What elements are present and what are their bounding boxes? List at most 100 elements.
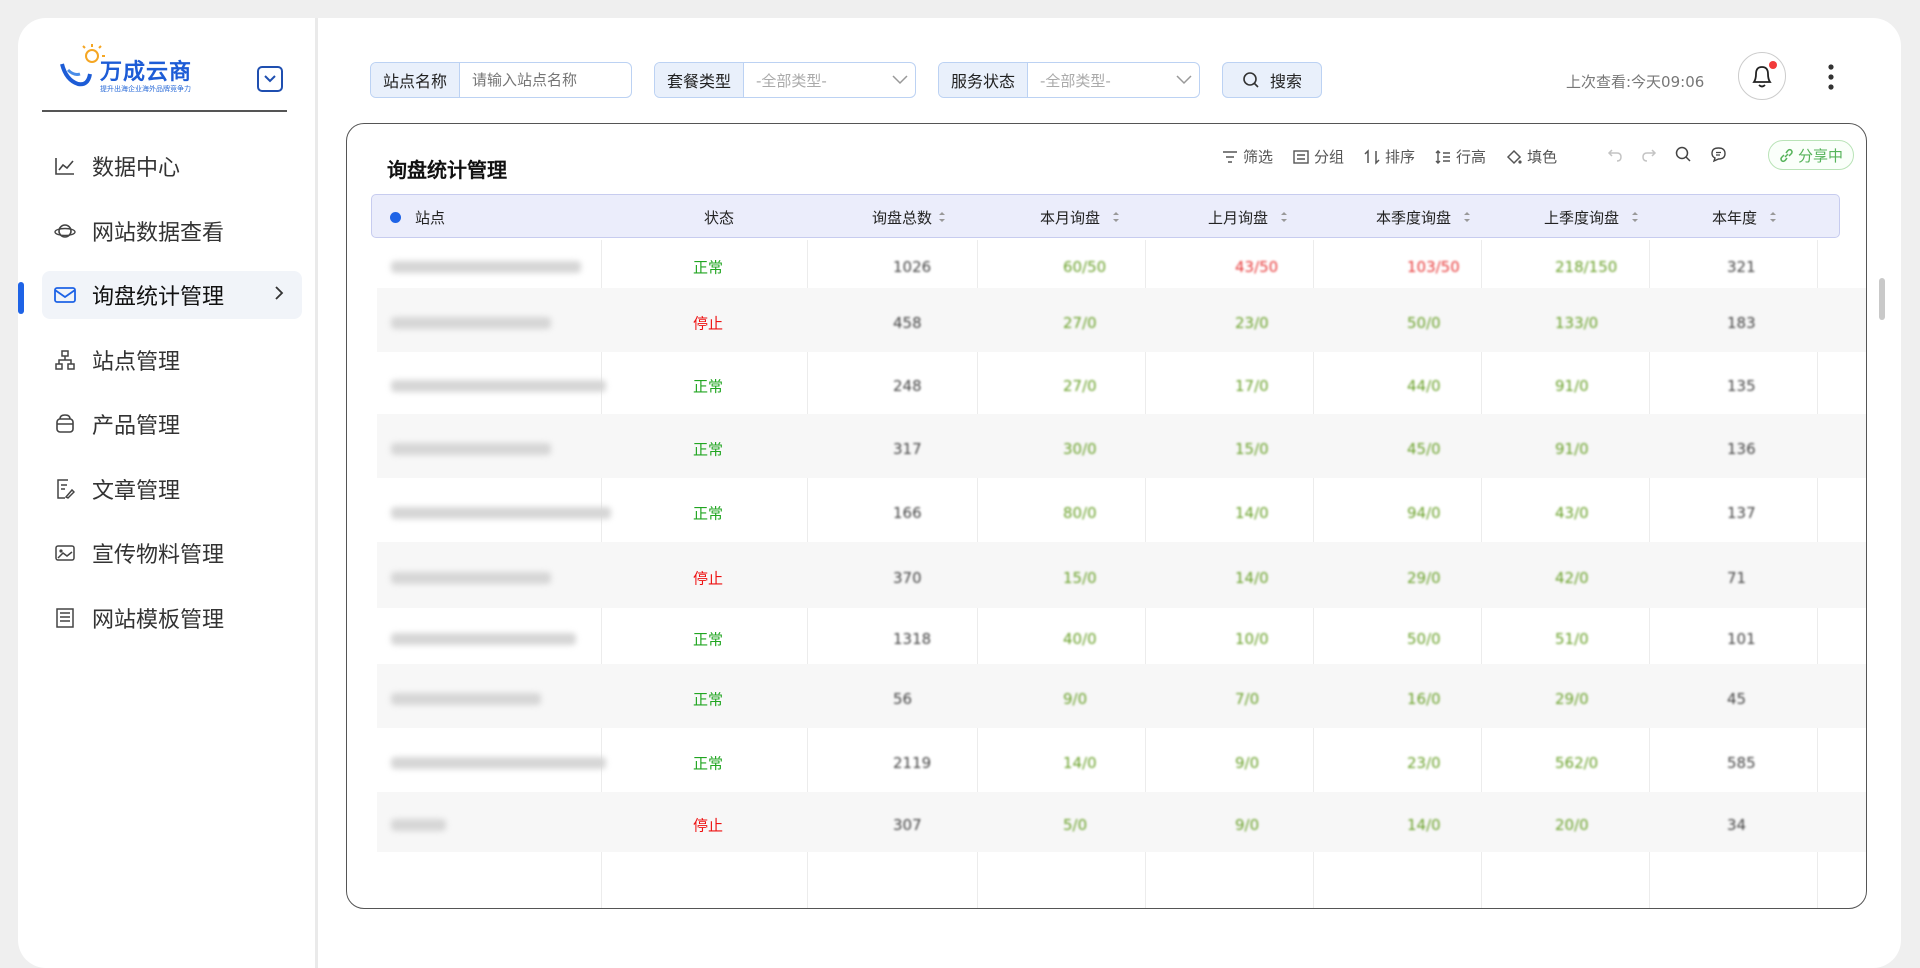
- month-cell: 9/0: [1063, 690, 1088, 708]
- site-name-cell[interactable]: [391, 317, 551, 329]
- sort-arrows-icon[interactable]: [1769, 210, 1777, 224]
- table-row[interactable]: 停止 307 5/0 9/0 14/0 20/0 34: [377, 792, 1866, 852]
- service-status-filter[interactable]: 服务状态 -全部类型-: [938, 62, 1200, 98]
- year-cell: 101: [1727, 630, 1756, 648]
- last-month-cell: 43/50: [1235, 258, 1279, 276]
- site-name-cell[interactable]: [391, 572, 551, 584]
- select-all-dot[interactable]: [390, 211, 401, 223]
- fill-color-tool[interactable]: 填色: [1506, 146, 1557, 167]
- year-cell: 585: [1727, 754, 1756, 772]
- column-header-this-month[interactable]: 本月询盘: [1040, 195, 1120, 239]
- last-month-cell: 14/0: [1235, 569, 1269, 587]
- box-icon: [54, 413, 76, 435]
- column-header-site[interactable]: 站点: [390, 195, 445, 239]
- chevron-down-icon: [1169, 63, 1199, 97]
- sidebar-item-products[interactable]: 产品管理: [42, 400, 302, 448]
- sidebar-item-articles[interactable]: 文章管理: [42, 465, 302, 513]
- table-row[interactable]: 正常 248 27/0 17/0 44/0 91/0 135: [377, 352, 1866, 414]
- last-month-cell: 9/0: [1235, 754, 1260, 772]
- site-name-cell[interactable]: [391, 380, 606, 392]
- column-header-this-year[interactable]: 本年度: [1712, 195, 1777, 239]
- column-header-status[interactable]: 状态: [704, 195, 734, 239]
- sidebar-item-label: 宣传物料管理: [92, 543, 225, 568]
- table-row[interactable]: 正常 1026 60/50 43/50 103/50 218/150 321: [377, 240, 1866, 288]
- notification-badge: [1769, 61, 1777, 69]
- last-month-cell: 15/0: [1235, 440, 1269, 458]
- quarter-cell: 50/0: [1407, 630, 1441, 648]
- package-type-select[interactable]: -全部类型-: [744, 63, 885, 97]
- toolbar-actions: [1607, 146, 1727, 163]
- sidebar-item-site-management[interactable]: 站点管理: [42, 336, 302, 384]
- site-name-cell[interactable]: [391, 757, 606, 769]
- table-row[interactable]: 正常 1318 40/0 10/0 50/0 51/0 101: [377, 608, 1866, 664]
- table-scrollbar[interactable]: [1879, 278, 1885, 320]
- site-name-cell[interactable]: [391, 261, 581, 273]
- column-header-last-quarter[interactable]: 上季度询盘: [1544, 195, 1639, 239]
- quarter-cell: 44/0: [1407, 377, 1441, 395]
- last-month-cell: 14/0: [1235, 504, 1269, 522]
- sidebar-item-templates[interactable]: 网站模板管理: [42, 594, 302, 642]
- sidebar-item-label: 文章管理: [92, 478, 181, 504]
- brand-logo: 万成云商 提升出海企业海外品牌竞争力: [52, 42, 192, 112]
- month-cell: 5/0: [1063, 816, 1088, 834]
- sidebar-item-promo-materials[interactable]: 宣传物料管理: [42, 529, 302, 577]
- table-row[interactable]: 正常 2119 14/0 9/0 23/0 562/0 585: [377, 728, 1866, 792]
- row-height-tool[interactable]: 行高: [1435, 146, 1486, 167]
- month-cell: 80/0: [1063, 504, 1097, 522]
- table-row[interactable]: 正常 317 30/0 15/0 45/0 91/0 136: [377, 414, 1866, 478]
- notification-button[interactable]: [1738, 52, 1786, 100]
- table-row[interactable]: 停止 458 27/0 23/0 50/0 133/0 183: [377, 288, 1866, 352]
- sidebar: 万成云商 提升出海企业海外品牌竞争力 数据中心 网站数据查看 询盘统计管理 站点…: [18, 18, 318, 968]
- more-menu-icon[interactable]: [1826, 62, 1836, 92]
- sort-arrows-icon[interactable]: [1280, 210, 1288, 224]
- site-name-cell[interactable]: [391, 443, 551, 455]
- service-status-select[interactable]: -全部类型-: [1028, 63, 1169, 97]
- site-name-filter-label: 站点名称: [371, 63, 461, 97]
- redo-icon[interactable]: [1641, 147, 1657, 163]
- table-toolbar: 筛选 分组 排序 行高 填色: [1222, 146, 1557, 167]
- undo-icon[interactable]: [1607, 147, 1623, 163]
- package-type-filter-label: 套餐类型: [655, 63, 745, 97]
- site-name-input[interactable]: [460, 63, 631, 97]
- comment-icon[interactable]: [1710, 146, 1727, 163]
- column-header-this-quarter[interactable]: 本季度询盘: [1376, 195, 1471, 239]
- site-name-cell[interactable]: [391, 693, 541, 705]
- sort-arrows-icon[interactable]: [938, 210, 946, 224]
- sidebar-item-inquiry-stats[interactable]: 询盘统计管理: [42, 271, 302, 319]
- sort-arrows-icon[interactable]: [1112, 210, 1120, 224]
- sort-arrows-icon[interactable]: [1631, 210, 1639, 224]
- fill-color-tool-label: 填色: [1527, 148, 1558, 166]
- sidebar-collapse-button[interactable]: [257, 66, 283, 92]
- column-header-last-month[interactable]: 上月询盘: [1208, 195, 1288, 239]
- service-status-filter-label: 服务状态: [939, 63, 1029, 97]
- site-name-cell[interactable]: [391, 633, 576, 645]
- table-row[interactable]: 正常 166 80/0 14/0 94/0 43/0 137: [377, 478, 1866, 542]
- row-height-tool-label: 行高: [1456, 148, 1487, 166]
- site-name-cell[interactable]: [391, 819, 446, 831]
- last-quarter-cell: 91/0: [1555, 440, 1589, 458]
- table-row[interactable]: 正常 56 9/0 7/0 16/0 29/0 45: [377, 664, 1866, 728]
- last-quarter-cell: 43/0: [1555, 504, 1589, 522]
- group-tool[interactable]: 分组: [1293, 146, 1344, 167]
- site-name-cell[interactable]: [391, 507, 611, 519]
- last-quarter-cell: 91/0: [1555, 377, 1589, 395]
- sidebar-item-site-data[interactable]: 网站数据查看: [42, 207, 302, 255]
- year-cell: 34: [1727, 816, 1747, 834]
- sort-tool[interactable]: 排序: [1364, 146, 1415, 167]
- quarter-cell: 14/0: [1407, 816, 1441, 834]
- brand-name: 万成云商: [100, 60, 193, 85]
- column-header-label: 本季度询盘: [1376, 208, 1452, 227]
- search-icon[interactable]: [1675, 146, 1692, 163]
- sort-arrows-icon[interactable]: [1463, 210, 1471, 224]
- sidebar-item-data-center[interactable]: 数据中心: [42, 142, 302, 190]
- column-header-total[interactable]: 询盘总数: [872, 195, 946, 239]
- total-cell: 1318: [893, 630, 932, 648]
- search-button[interactable]: 搜索: [1222, 62, 1322, 98]
- total-cell: 248: [893, 377, 922, 395]
- table-row[interactable]: 停止 370 15/0 14/0 29/0 42/0 71: [377, 542, 1866, 608]
- filter-tool[interactable]: 筛选: [1222, 146, 1273, 167]
- logo-divider: [42, 110, 287, 112]
- share-status-button[interactable]: 分享中: [1768, 140, 1855, 170]
- sidebar-nav: 数据中心 网站数据查看 询盘统计管理 站点管理 产品管理 文章管理 宣传物料管理…: [42, 142, 302, 658]
- package-type-filter[interactable]: 套餐类型 -全部类型-: [654, 62, 916, 98]
